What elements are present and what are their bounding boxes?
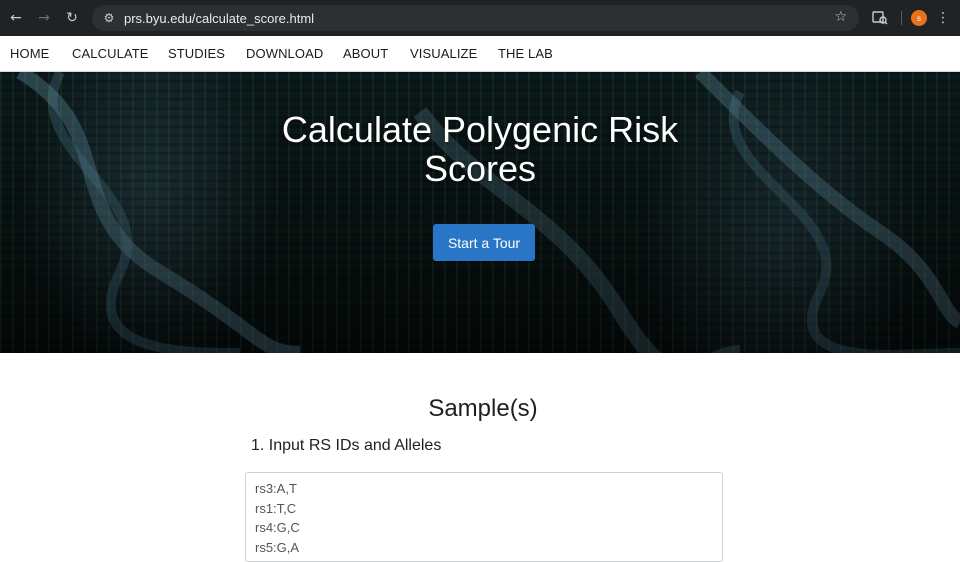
tune-icon[interactable]: ⚙ [98,11,120,25]
page-title-line2: Scores [423,148,537,189]
textarea-line: rs4:G,C [255,520,300,535]
toolbar-right: s ⋮ [868,6,953,30]
extension-svg [872,11,888,25]
hero-banner: Calculate Polygenic Risk Scores Start a … [0,72,960,353]
profile-avatar[interactable]: s [911,10,927,26]
reload-icon: ↻ [66,10,78,26]
rs-ids-textarea[interactable]: rs3:A,T rs1:T,C rs4:G,C rs5:G,A [245,472,723,562]
arrow-right-icon: → [38,10,50,26]
more-vert-icon[interactable]: ⋮ [933,10,953,26]
textarea-line: rs3:A,T [255,481,297,496]
nav-the-lab[interactable]: THE LAB [498,46,553,61]
forward-button[interactable]: → [30,4,58,32]
toolbar-separator [901,11,902,25]
input-rs-ids-heading: 1. Input RS IDs and Alleles [251,437,442,454]
star-icon[interactable]: ☆ [834,9,847,25]
nav-home[interactable]: HOME [10,46,49,61]
url-text[interactable]: prs.byu.edu/calculate_score.html [124,11,314,26]
textarea-line: rs5:G,A [255,539,300,555]
address-bar[interactable]: ⚙ prs.byu.edu/calculate_score.html ☆ [92,5,859,31]
page-title-line1: Calculate Polygenic Risk [281,109,679,150]
nav-calculate[interactable]: CALCULATE [72,46,149,61]
browser-toolbar: ← → ↻ ⚙ prs.byu.edu/calculate_score.html… [0,0,960,36]
reload-button[interactable]: ↻ [58,4,86,32]
back-button[interactable]: ← [2,4,30,32]
samples-heading: Sample(s) [428,395,538,422]
arrow-left-icon: ← [10,10,22,26]
nav-download[interactable]: DOWNLOAD [246,46,323,61]
nav-studies[interactable]: STUDIES [168,46,225,61]
extension-icon[interactable] [868,6,892,30]
start-tour-button[interactable]: Start a Tour [433,224,535,261]
textarea-line: rs1:T,C [255,500,297,516]
nav-visualize[interactable]: VISUALIZE [410,46,477,61]
nav-about[interactable]: ABOUT [343,46,388,61]
site-navbar: HOME CALCULATE STUDIES DOWNLOAD ABOUT VI… [0,36,960,72]
page-title: Calculate Polygenic Risk Scores [0,110,960,188]
